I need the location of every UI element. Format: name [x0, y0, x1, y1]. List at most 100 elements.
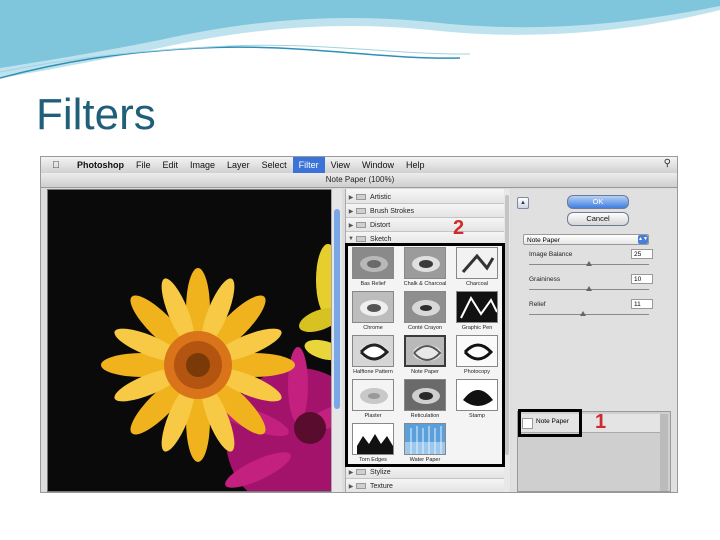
preview-scrollbar[interactable]	[331, 189, 342, 492]
menu-photoshop[interactable]: Photoshop	[71, 157, 130, 173]
category-brush-strokes[interactable]: ▶ Brush Strokes	[346, 205, 504, 218]
param-label: Relief	[529, 301, 546, 308]
thumb-conte-crayon[interactable]: Conté Crayon	[400, 291, 450, 339]
thumbnail-label: Bas Relief	[360, 281, 386, 287]
thumbnail-image	[404, 379, 446, 411]
category-distort[interactable]: ▶ Distort	[346, 219, 504, 232]
category-artistic[interactable]: ▶ Artistic	[346, 191, 504, 204]
category-texture[interactable]: ▶ Texture	[346, 480, 504, 492]
thumb-chrome[interactable]: Chrome	[348, 291, 398, 339]
thumb-chalk-charcoal[interactable]: Chalk & Charcoal	[400, 247, 450, 295]
thumb-charcoal[interactable]: Charcoal	[452, 247, 502, 295]
menu-view[interactable]: View	[325, 157, 356, 173]
filter-select[interactable]: Note Paper ▲▼	[523, 234, 649, 245]
thumbnail-label: Plaster	[364, 413, 382, 419]
thumbnail-label: Reticulation	[410, 413, 440, 419]
thumbnail-image	[456, 247, 498, 279]
thumbnail-image	[456, 291, 498, 323]
thumbnail-label: Water Paper	[409, 457, 441, 463]
folder-icon	[356, 469, 366, 475]
slide-title: Filters	[36, 90, 156, 139]
thumb-plaster[interactable]: Plaster	[348, 379, 398, 427]
category-sketch[interactable]: ▼ Sketch	[346, 233, 504, 246]
thumb-halftone-pattern[interactable]: Halftone Pattern	[348, 335, 398, 383]
filter-settings-panel: ▲ OK Cancel Note Paper ▲▼ Image Balance …	[511, 189, 677, 492]
photoshop-screenshot:  Photoshop File Edit Image Layer Select…	[40, 156, 678, 493]
thumbnail-label: Chrome	[363, 325, 383, 331]
thumbnail-image	[352, 379, 394, 411]
category-stylize[interactable]: ▶ Stylize	[346, 466, 504, 479]
thumb-graphic-pen[interactable]: Graphic Pen	[452, 291, 502, 339]
thumbnail-label: Chalk & Charcoal	[403, 281, 447, 287]
param-value-field[interactable]: 10	[631, 274, 653, 284]
thumb-stamp[interactable]: Stamp	[452, 379, 502, 427]
slider-thumb[interactable]	[586, 261, 592, 266]
layers-scrollbar[interactable]	[660, 414, 668, 491]
dialog-title: Note Paper (100%)	[41, 173, 677, 188]
thumb-photocopy[interactable]: Photocopy	[452, 335, 502, 383]
expand-arrow-icon: ▶	[348, 483, 354, 490]
thumbnail-label: Conté Crayon	[408, 325, 442, 331]
thumb-bas-relief[interactable]: Bas Relief	[348, 247, 398, 295]
thumbnail-label: Photocopy	[464, 369, 490, 375]
expand-arrow-icon: ▶	[348, 469, 354, 476]
param-label: Graininess	[529, 276, 561, 283]
gallery-scroll-thumb[interactable]	[505, 195, 509, 455]
menu-layer[interactable]: Layer	[221, 157, 256, 173]
thumbnail-image	[352, 247, 394, 279]
param-value-field[interactable]: 25	[631, 249, 653, 259]
ok-button[interactable]: OK	[567, 195, 629, 209]
collapse-arrow-icon: ▼	[348, 236, 354, 242]
preview-scroll-thumb[interactable]	[334, 209, 340, 409]
thumbnail-label: Torn Edges	[359, 457, 387, 463]
effect-layer-name: Note Paper	[536, 418, 569, 425]
annotation-number-1: 1	[595, 411, 607, 433]
category-label: Sketch	[370, 235, 392, 243]
menu-filter[interactable]: Filter	[292, 157, 325, 173]
collapse-gallery-icon[interactable]: ▲	[517, 197, 529, 209]
spotlight-search-icon[interactable]: ⚲	[664, 158, 671, 169]
folder-icon	[356, 483, 366, 489]
thumbnail-image	[404, 291, 446, 323]
thumbnail-image	[404, 335, 446, 367]
thumb-note-paper[interactable]: Note Paper	[400, 335, 450, 383]
thumbnail-image	[456, 379, 498, 411]
effect-layer-row[interactable]: Note Paper	[520, 414, 668, 433]
filter-gallery: ▶ Artistic ▶ Brush Strokes ▶ Distort ▼ S…	[345, 189, 510, 492]
chevron-updown-icon: ▲▼	[638, 235, 648, 244]
expand-arrow-icon: ▶	[348, 208, 354, 215]
category-label: Artistic	[370, 193, 391, 201]
param-relief: Relief 11	[523, 299, 657, 331]
flowers-preview-image	[48, 190, 338, 491]
menu-select[interactable]: Select	[256, 157, 293, 173]
effect-layers-panel: Note Paper	[517, 411, 671, 492]
thumb-reticulation[interactable]: Reticulation	[400, 379, 450, 427]
sketch-thumbnails: Bas Relief Chalk & Charcoal Charcoal Chr…	[348, 247, 502, 465]
menu-file[interactable]: File	[130, 157, 157, 173]
slide-wave-decoration	[0, 0, 720, 79]
gallery-scrollbar[interactable]	[504, 189, 510, 492]
visibility-icon[interactable]	[522, 418, 533, 429]
filter-select-value: Note Paper	[527, 237, 560, 244]
thumbnail-image	[404, 247, 446, 279]
thumb-water-paper[interactable]: Water Paper	[400, 423, 450, 471]
param-label: Image Balance	[529, 251, 573, 258]
thumbnail-image	[352, 335, 394, 367]
filter-preview[interactable]	[47, 189, 339, 492]
thumbnail-label: Stamp	[469, 413, 485, 419]
thumbnail-image	[404, 423, 446, 455]
folder-icon	[356, 194, 366, 200]
category-label: Texture	[370, 482, 393, 490]
thumb-torn-edges[interactable]: Torn Edges	[348, 423, 398, 471]
param-value-field[interactable]: 11	[631, 299, 653, 309]
menu-image[interactable]: Image	[184, 157, 221, 173]
slider-track[interactable]	[529, 314, 649, 315]
thumbnail-label: Halftone Pattern	[353, 369, 393, 375]
menu-help[interactable]: Help	[400, 157, 431, 173]
menu-window[interactable]: Window	[356, 157, 400, 173]
apple-icon[interactable]: 	[41, 160, 71, 171]
slider-thumb[interactable]	[580, 311, 586, 316]
menu-edit[interactable]: Edit	[157, 157, 185, 173]
cancel-button[interactable]: Cancel	[567, 212, 629, 226]
slider-thumb[interactable]	[586, 286, 592, 291]
